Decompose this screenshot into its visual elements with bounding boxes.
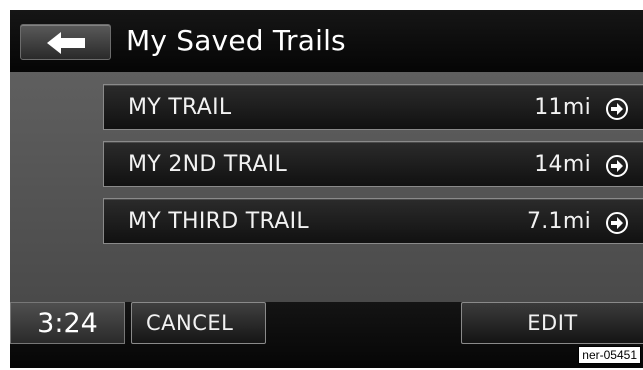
go-arrow-circle-icon xyxy=(606,98,628,120)
bottom-bar: 3:24 CANCEL EDIT ner-05451 xyxy=(10,302,643,368)
trail-name: MY THIRD TRAIL xyxy=(128,209,309,234)
trail-distance: 11mi xyxy=(534,95,591,120)
clock[interactable]: 3:24 xyxy=(10,302,125,344)
trail-row[interactable]: MY THIRD TRAIL 7.1mi xyxy=(103,198,643,244)
left-arrow-icon xyxy=(47,32,85,54)
edit-button[interactable]: EDIT xyxy=(461,302,643,344)
cancel-button[interactable]: CANCEL xyxy=(131,302,266,344)
trail-row[interactable]: MY 2ND TRAIL 14mi xyxy=(103,141,643,187)
trail-row[interactable]: MY TRAIL 11mi xyxy=(103,84,643,130)
trail-distance: 7.1mi xyxy=(526,209,591,234)
trail-distance: 14mi xyxy=(534,152,591,177)
go-arrow-circle-icon xyxy=(606,212,628,234)
trail-name: MY TRAIL xyxy=(128,95,232,120)
reference-code: ner-05451 xyxy=(578,346,641,364)
trail-list: MY TRAIL 11mi MY 2ND TRAIL 14mi MY THIRD… xyxy=(10,72,643,302)
back-button[interactable] xyxy=(20,24,111,60)
page-title: My Saved Trails xyxy=(126,24,346,57)
trail-screen: My Saved Trails MY TRAIL 11mi MY 2ND TRA… xyxy=(10,10,643,368)
go-arrow-circle-icon xyxy=(606,155,628,177)
title-bar: My Saved Trails xyxy=(10,10,643,72)
trail-name: MY 2ND TRAIL xyxy=(128,152,288,177)
